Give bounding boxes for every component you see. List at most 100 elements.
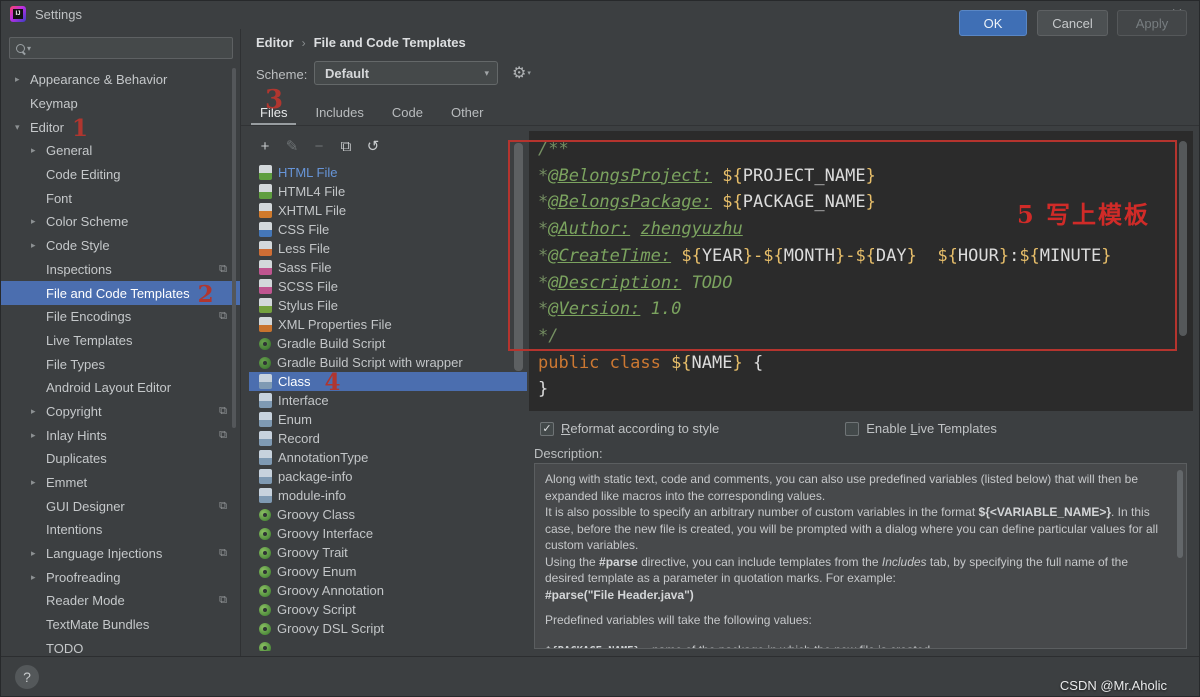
template-item-less-file[interactable]: Less File (249, 239, 527, 258)
sidebar-item-todo[interactable]: TODO (1, 637, 240, 657)
template-list-pane: + ✎ − ⧉ ↺ HTML File HTML4 File XHTML File CSS F… (249, 131, 527, 651)
chevron-right-icon[interactable]: ▸ (31, 548, 46, 559)
reformat-checkbox[interactable]: ✓ Reformat according to style (540, 421, 719, 436)
template-item-gradle-build-script-with-wrapper[interactable]: Gradle Build Script with wrapper (249, 353, 527, 372)
sidebar-item-textmate-bundles[interactable]: TextMate Bundles (1, 613, 240, 637)
tab-includes[interactable]: Includes (306, 99, 372, 125)
template-item-gradle-build-script[interactable]: Gradle Build Script (249, 334, 527, 353)
sidebar-scrollbar[interactable] (232, 68, 236, 428)
template-item-class[interactable]: Class 4 (249, 369, 527, 396)
scheme-actions-button[interactable]: ⚙ ▾ (512, 61, 538, 85)
template-item-groovy-class[interactable]: Groovy Class (249, 505, 527, 524)
edit-icon[interactable]: ✎ (284, 137, 300, 155)
sidebar-item-emmet[interactable]: ▸ Emmet (1, 471, 240, 495)
sidebar-item-gui-designer[interactable]: GUI Designer ⧉ (1, 494, 240, 518)
settings-tree: ▸ Appearance & Behavior Keymap ▾ Editor 1 ▸ Gen… (1, 68, 240, 657)
template-list-scrollbar[interactable] (514, 143, 523, 371)
sidebar-item-live-templates[interactable]: Live Templates (1, 329, 240, 353)
template-item-groovy-trait[interactable]: Groovy Trait (249, 543, 527, 562)
stylus-file-icon (259, 298, 272, 313)
template-item-sass-file[interactable]: Sass File (249, 258, 527, 277)
reset-icon[interactable]: ↺ (365, 137, 381, 155)
tab-files[interactable]: Files (251, 99, 297, 126)
chevron-right-icon[interactable]: ▸ (31, 145, 46, 156)
template-item-scss-file[interactable]: SCSS File (249, 277, 527, 296)
sidebar-item-editor[interactable]: ▾ Editor 1 (1, 115, 240, 140)
remove-icon[interactable]: − (311, 138, 327, 155)
search-input[interactable]: ▾ (9, 37, 233, 59)
enable-live-templates-checkbox[interactable]: Enable Live Templates (845, 421, 997, 436)
template-item-groovy-script[interactable]: Groovy Script (249, 600, 527, 619)
checkbox-unchecked-icon[interactable] (845, 421, 860, 436)
sidebar-item-label: Duplicates (46, 451, 107, 467)
template-item-package-info[interactable]: package-info (249, 467, 527, 486)
chevron-right-icon[interactable]: ▸ (31, 430, 46, 441)
variable-description: name of the package in which the new fil… (652, 643, 930, 649)
java-file-icon (259, 393, 272, 408)
scheme-select[interactable]: Default ▾ (314, 61, 498, 85)
breadcrumb-editor[interactable]: Editor (256, 35, 294, 50)
modified-settings-icon: ⧉ (219, 594, 227, 607)
sidebar-item-language-injections[interactable]: ▸ Language Injections ⧉ (1, 542, 240, 566)
sidebar-item-intentions[interactable]: Intentions (1, 518, 240, 542)
sidebar-item-file-and-code-templates[interactable]: File and Code Templates 2 (1, 281, 240, 306)
groovy-file-icon (259, 565, 271, 578)
sidebar-item-file-encodings[interactable]: File Encodings ⧉ (1, 305, 240, 329)
template-item-css-file[interactable]: CSS File (249, 220, 527, 239)
sidebar-item-font[interactable]: Font (1, 186, 240, 210)
search-options-arrow-icon[interactable]: ▾ (27, 44, 31, 53)
add-icon[interactable]: + (257, 138, 273, 155)
sidebar-item-duplicates[interactable]: Duplicates (1, 447, 240, 471)
chevron-right-icon[interactable]: ▸ (31, 572, 46, 583)
sidebar-item-color-scheme[interactable]: ▸ Color Scheme (1, 210, 240, 234)
settings-dialog: IJ Settings ✕ ▾ ▸Appearance & BehaviorKe… (0, 0, 1200, 697)
annotation-step-4: 4 (324, 369, 341, 396)
chevron-right-icon[interactable]: ▸ (15, 74, 30, 85)
template-item-annotationtype[interactable]: AnnotationType (249, 448, 527, 467)
template-item-module-info[interactable]: module-info (249, 486, 527, 505)
sidebar-item-general[interactable]: ▸ General (1, 139, 240, 163)
tab-code[interactable]: Code (383, 99, 432, 125)
description-text: Along with static text, code and comment… (545, 471, 1168, 603)
sidebar-item-copyright[interactable]: ▸ Copyright ⧉ (1, 400, 240, 424)
modified-settings-icon: ⧉ (219, 547, 227, 560)
template-item-groovy-dsl-script[interactable]: Groovy DSL Script (249, 619, 527, 638)
checkbox-checked-icon[interactable]: ✓ (540, 421, 554, 436)
chevron-down-icon[interactable]: ▾ (15, 122, 30, 133)
sidebar-item-code-editing[interactable]: Code Editing (1, 163, 240, 187)
template-code-editor[interactable]: /** *@BelongsProject: ${PROJECT_NAME} *@Be… (529, 131, 1193, 411)
copy-icon[interactable]: ⧉ (338, 138, 354, 155)
template-item-interface[interactable]: Interface (249, 391, 527, 410)
editor-scrollbar[interactable] (1179, 141, 1187, 336)
sidebar-item-appearance-behavior[interactable]: ▸ Appearance & Behavior (1, 68, 240, 92)
description-scrollbar[interactable] (1177, 470, 1183, 558)
sidebar-item-code-style[interactable]: ▸ Code Style (1, 234, 240, 258)
sidebar-item-android-layout-editor[interactable]: Android Layout Editor (1, 376, 240, 400)
chevron-right-icon[interactable]: ▸ (31, 406, 46, 417)
template-item-xml-properties-file[interactable]: XML Properties File (249, 315, 527, 334)
code-segment: */ (538, 325, 559, 346)
tab-other[interactable]: Other (442, 99, 493, 125)
template-item-enum[interactable]: Enum (249, 410, 527, 429)
sidebar-item-proofreading[interactable]: ▸ Proofreading (1, 565, 240, 589)
cancel-button[interactable]: Cancel (1037, 10, 1108, 36)
template-item-stylus-file[interactable]: Stylus File (249, 296, 527, 315)
chevron-right-icon[interactable]: ▸ (31, 477, 46, 488)
help-button[interactable]: ? (15, 665, 39, 689)
sidebar-item-inlay-hints[interactable]: ▸ Inlay Hints ⧉ (1, 423, 240, 447)
ok-button[interactable]: OK (959, 10, 1027, 36)
template-item-record[interactable]: Record (249, 429, 527, 448)
template-item-partial-25[interactable] (249, 638, 527, 651)
template-item-html4-file[interactable]: HTML4 File (249, 182, 527, 201)
template-item-groovy-interface[interactable]: Groovy Interface (249, 524, 527, 543)
sidebar-item-reader-mode[interactable]: Reader Mode ⧉ (1, 589, 240, 613)
sidebar-item-keymap[interactable]: Keymap (1, 92, 240, 116)
template-item-html-file[interactable]: HTML File (249, 163, 527, 182)
sidebar-item-file-types[interactable]: File Types (1, 352, 240, 376)
sidebar-item-inspections[interactable]: Inspections ⧉ (1, 258, 240, 282)
chevron-right-icon[interactable]: ▸ (31, 216, 46, 227)
template-item-groovy-annotation[interactable]: Groovy Annotation (249, 581, 527, 600)
template-item-xhtml-file[interactable]: XHTML File (249, 201, 527, 220)
template-item-groovy-enum[interactable]: Groovy Enum (249, 562, 527, 581)
chevron-right-icon[interactable]: ▸ (31, 240, 46, 251)
